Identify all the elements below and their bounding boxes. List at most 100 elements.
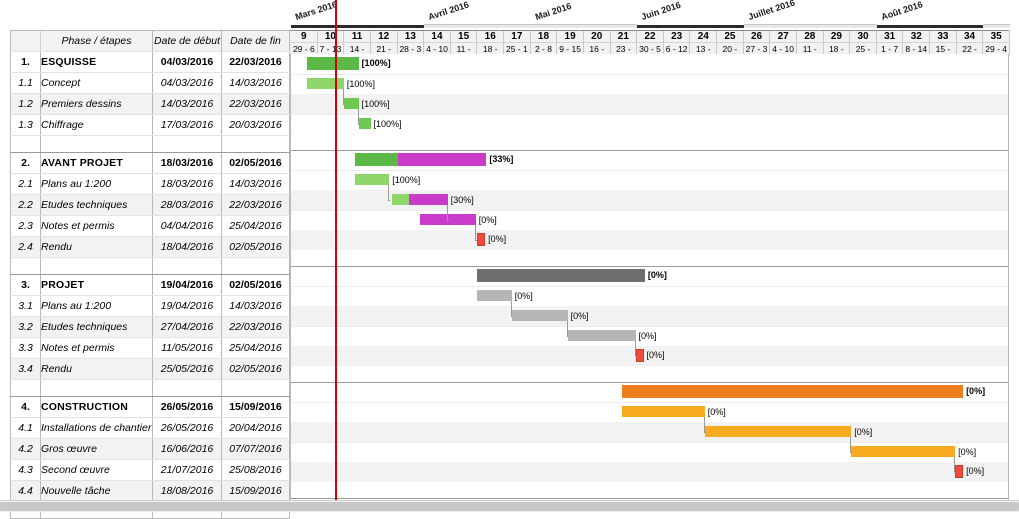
row-start-date-cell[interactable]: 27/04/2016 — [152, 316, 222, 338]
row-name-cell[interactable]: Premiers dessins — [40, 93, 153, 115]
row-start-date-cell[interactable]: 28/03/2016 — [152, 194, 222, 216]
row-end-date-cell[interactable]: 22/03/2016 — [221, 316, 290, 338]
row-number-cell[interactable]: 3.4 — [10, 358, 41, 380]
gantt-milestone-marker[interactable] — [635, 349, 644, 362]
row-number-cell[interactable]: 3.1 — [10, 295, 41, 317]
row-end-date-cell[interactable]: 02/05/2016 — [221, 274, 290, 296]
table-row[interactable]: 4.2 Gros œuvre 16/06/2016 07/07/2016 — [10, 438, 290, 460]
row-name-cell[interactable]: CONSTRUCTION — [40, 396, 153, 418]
gantt-summary-bar[interactable] — [477, 269, 645, 282]
row-number-cell[interactable]: 4.1 — [10, 417, 41, 439]
week-header-cell[interactable]: 2918 - 24 — [823, 31, 851, 66]
column-header-phase[interactable]: Phase / étapes — [40, 30, 153, 52]
row-start-date-cell[interactable]: 16/06/2016 — [152, 438, 222, 460]
row-end-date-cell[interactable]: 15/09/2016 — [221, 480, 290, 502]
table-row-phase[interactable]: 4. CONSTRUCTION 26/05/2016 15/09/2016 — [10, 396, 290, 418]
row-start-date-cell[interactable]: 11/05/2016 — [152, 337, 222, 359]
row-name-cell[interactable]: ESQUISSE — [40, 51, 153, 73]
week-header-cell[interactable]: 2520 - 26 — [717, 31, 744, 66]
gantt-task-bar[interactable] — [704, 426, 852, 437]
row-number-cell[interactable]: 4.2 — [10, 438, 41, 460]
row-number-cell[interactable]: 2.4 — [10, 236, 41, 258]
row-name-cell[interactable]: Rendu — [40, 236, 153, 258]
gantt-task-bar[interactable] — [511, 310, 568, 321]
table-row[interactable]: 4.1 Installations de chantier 26/05/2016 20… — [10, 417, 290, 439]
week-header-cell[interactable]: 22 30 - 5 — [637, 31, 664, 55]
row-end-date-cell[interactable]: 20/04/2016 — [221, 417, 290, 439]
row-number-cell[interactable]: 3. — [10, 274, 41, 296]
week-header-cell[interactable]: 3315 - 21 — [930, 31, 957, 66]
gantt-task-bar[interactable] — [622, 406, 705, 417]
row-number-cell[interactable]: 2. — [10, 152, 41, 174]
table-row[interactable]: 4.3 Second œuvre 21/07/2016 25/08/2016 — [10, 459, 290, 481]
gantt-summary-bar[interactable] — [622, 385, 964, 398]
table-row[interactable]: 2.4 Rendu 18/04/2016 02/05/2016 — [10, 236, 290, 258]
horizontal-scrollbar[interactable] — [0, 500, 1019, 512]
row-end-date-cell[interactable]: 07/07/2016 — [221, 438, 290, 460]
row-name-cell[interactable]: Rendu — [40, 358, 153, 380]
table-row[interactable]: 3.1 Plans au 1:200 19/04/2016 14/03/2016 — [10, 295, 290, 317]
row-name-cell[interactable]: Gros œuvre — [40, 438, 153, 460]
week-header-cell[interactable]: 1511 - 17 — [450, 31, 478, 66]
gantt-summary-bar[interactable] — [306, 57, 359, 70]
table-row[interactable]: 2.3 Notes et permis 04/04/2016 25/04/2016 — [10, 215, 290, 237]
row-end-date-cell[interactable]: 22/03/2016 — [221, 93, 290, 115]
week-header-cell[interactable]: 2016 - 22 — [583, 31, 611, 66]
row-end-date-cell[interactable]: 14/03/2016 — [221, 173, 290, 195]
week-header-cell[interactable]: 35 29 - 4 — [983, 31, 1010, 55]
week-header-cell[interactable]: 1114 - 20 — [344, 31, 371, 66]
row-start-date-cell[interactable]: 25/05/2016 — [152, 358, 222, 380]
table-row[interactable]: 3.2 Etudes techniques 27/04/2016 22/03/2016 — [10, 316, 290, 338]
row-name-cell[interactable]: Concept — [40, 72, 153, 94]
row-end-date-cell[interactable]: 02/05/2016 — [221, 236, 290, 258]
row-start-date-cell[interactable]: 17/03/2016 — [152, 114, 222, 136]
week-header-cell[interactable]: 31 1 - 7 — [876, 31, 904, 55]
table-row[interactable]: 1.3 Chiffrage 17/03/2016 20/03/2016 — [10, 114, 290, 136]
row-number-cell[interactable]: 1. — [10, 51, 41, 73]
week-header-cell[interactable]: 9 29 - 6 — [291, 31, 318, 55]
gantt-task-bar[interactable] — [567, 330, 636, 341]
week-header-cell[interactable]: 19 9 - 15 — [557, 31, 584, 55]
week-header-cell[interactable]: 17 25 - 1 — [504, 31, 531, 55]
row-start-date-cell[interactable]: 18/08/2016 — [152, 480, 222, 502]
table-row-phase[interactable]: 3. PROJET 19/04/2016 02/05/2016 — [10, 274, 290, 296]
table-row[interactable]: 3.4 Rendu 25/05/2016 02/05/2016 — [10, 358, 290, 380]
row-end-date-cell[interactable]: 25/04/2016 — [221, 215, 290, 237]
row-number-cell[interactable]: 4.3 — [10, 459, 41, 481]
row-number-cell[interactable]: 3.3 — [10, 337, 41, 359]
row-number-cell[interactable]: 3.2 — [10, 316, 41, 338]
gantt-task-bar[interactable] — [851, 446, 956, 457]
column-header-end[interactable]: Date de fin — [221, 30, 290, 52]
week-header-cell[interactable]: 14 4 - 10 — [424, 31, 451, 55]
row-name-cell[interactable]: Plans au 1:200 — [40, 295, 153, 317]
row-start-date-cell[interactable]: 18/03/2016 — [152, 152, 222, 174]
row-start-date-cell[interactable]: 21/07/2016 — [152, 459, 222, 481]
row-name-cell[interactable]: Second œuvre — [40, 459, 153, 481]
week-header-cell[interactable]: 1221 - 27 — [370, 31, 398, 66]
row-number-cell[interactable]: 1.1 — [10, 72, 41, 94]
week-header-cell[interactable]: 3422 - 28 — [956, 31, 984, 66]
gantt-milestone-marker[interactable] — [477, 233, 486, 246]
column-header-num[interactable] — [10, 30, 41, 52]
row-number-cell[interactable]: 4.4 — [10, 480, 41, 502]
week-header-cell[interactable]: 26 27 - 3 — [743, 31, 771, 55]
row-name-cell[interactable]: PROJET — [40, 274, 153, 296]
row-name-cell[interactable]: AVANT PROJET — [40, 152, 153, 174]
row-end-date-cell[interactable]: 14/03/2016 — [221, 72, 290, 94]
gantt-task-bar[interactable] — [306, 78, 344, 89]
row-name-cell[interactable]: Plans au 1:200 — [40, 173, 153, 195]
row-start-date-cell[interactable]: 19/04/2016 — [152, 274, 222, 296]
gantt-task-bar[interactable] — [358, 118, 371, 129]
row-end-date-cell[interactable]: 25/04/2016 — [221, 337, 290, 359]
gantt-summary-bar[interactable] — [354, 153, 487, 166]
row-name-cell[interactable]: Installations de chantier — [40, 417, 153, 439]
gantt-task-bar[interactable] — [354, 174, 390, 185]
gantt-task-bar[interactable] — [343, 98, 359, 109]
row-start-date-cell[interactable]: 04/03/2016 — [152, 51, 222, 73]
gantt-task-bar[interactable] — [391, 194, 448, 205]
week-header-cell[interactable]: 32 8 - 14 — [903, 31, 931, 55]
week-header-cell[interactable]: 23 6 - 12 — [663, 31, 691, 55]
row-end-date-cell[interactable]: 20/03/2016 — [221, 114, 290, 136]
row-end-date-cell[interactable]: 22/03/2016 — [221, 194, 290, 216]
row-name-cell[interactable]: Notes et permis — [40, 337, 153, 359]
